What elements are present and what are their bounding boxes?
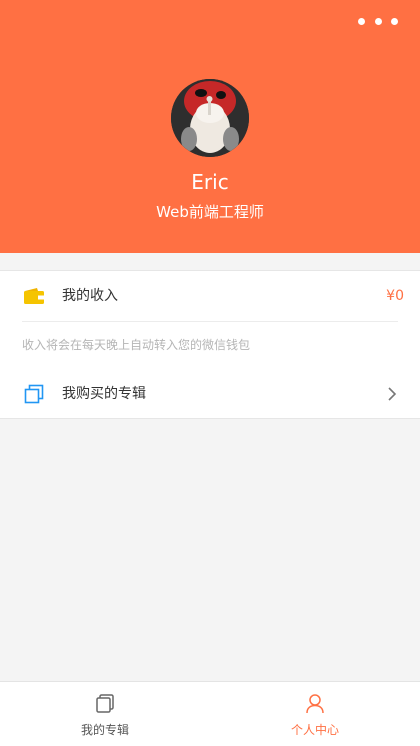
chevron-right-icon [386,386,398,402]
income-card: 我的收入 ¥0 收入将会在每天晚上自动转入您的微信钱包 [0,270,420,370]
tab-profile[interactable]: 个人中心 [210,682,420,746]
user-title: Web前端工程师 [156,203,264,221]
divider [22,321,398,322]
wallet-icon [23,285,45,307]
more-horizontal-icon [358,17,365,25]
income-note: 收入将会在每天晚上自动转入您的微信钱包 [22,338,251,352]
profile-page: Eric Web前端工程师 我的收入 ¥0 收入将会在每天晚上自动转入您的微信钱… [0,0,420,746]
purchased-albums-label: 我购买的专辑 [62,385,146,402]
bottom-tab-bar: 我的专辑 个人中心 [0,681,420,746]
purchased-albums-row[interactable]: 我购买的专辑 [0,369,420,418]
income-label: 我的收入 [62,288,118,304]
purchased-albums-card[interactable]: 我购买的专辑 [0,369,420,419]
tab-my-albums[interactable]: 我的专辑 [0,682,210,746]
user-name: Eric [191,170,229,194]
income-row[interactable]: 我的收入 ¥0 [0,271,420,321]
income-amount: ¥0 [386,288,404,304]
tab-label: 我的专辑 [80,723,129,737]
avatar[interactable] [171,79,249,157]
more-button[interactable] [358,12,398,30]
user-icon [304,693,326,715]
more-dot [391,17,398,25]
tab-label: 个人中心 [290,723,339,737]
more-dot [374,17,382,25]
album-stack-icon [94,693,116,715]
album-stack-icon [23,383,45,405]
profile-header: Eric Web前端工程师 [0,0,420,253]
